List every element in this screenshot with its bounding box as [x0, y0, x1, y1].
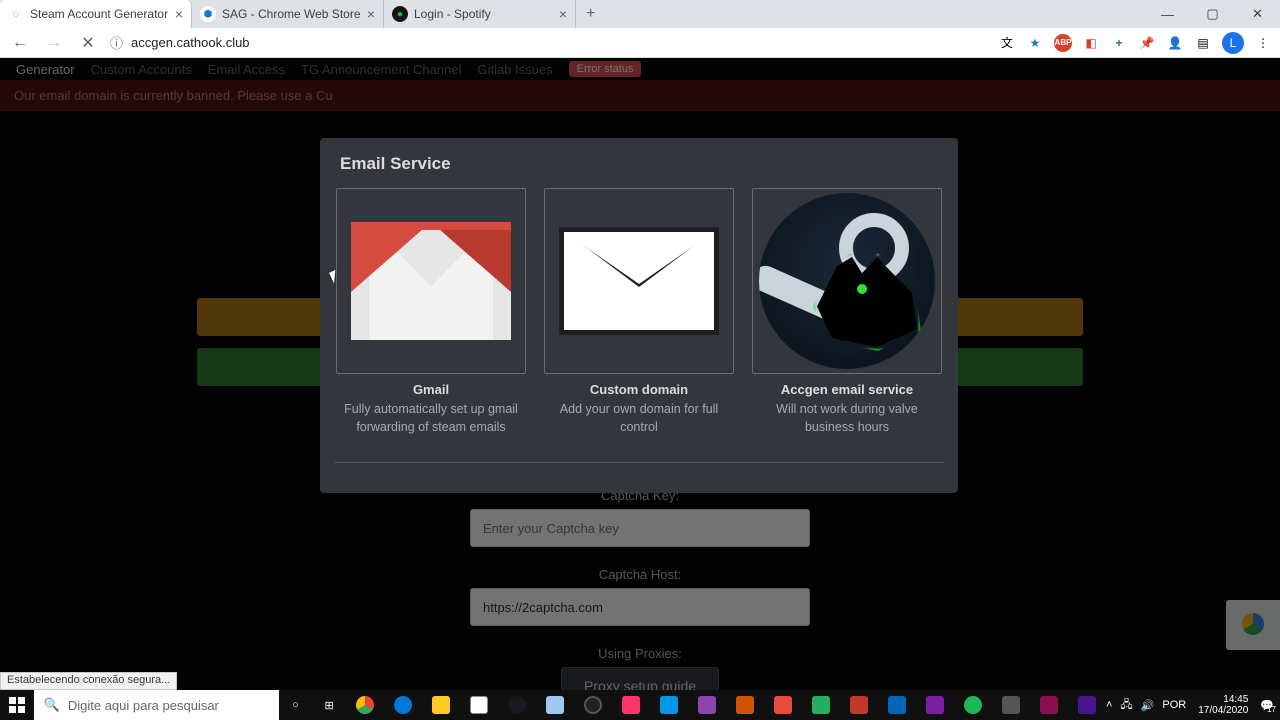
- window-close-button[interactable]: ✕: [1235, 0, 1280, 28]
- tab-close-icon[interactable]: ×: [367, 6, 375, 22]
- gmail-icon: [351, 222, 511, 340]
- clock-date: 17/04/2020: [1198, 705, 1248, 716]
- taskbar-app-explorer[interactable]: [422, 690, 460, 720]
- chrome-menu-button[interactable]: ⋮: [1254, 34, 1272, 52]
- tab-close-icon[interactable]: ×: [559, 6, 567, 22]
- browser-toolbar: ← → ✕ ⓘ accgen.cathook.club 文 ★ ABP ◧ + …: [0, 28, 1280, 58]
- taskbar-app-notepad[interactable]: [536, 690, 574, 720]
- accgen-steam-icon: [759, 193, 935, 369]
- browser-statusbar: Estabelecendo conexão segura...: [0, 672, 177, 690]
- bookmark-star-icon[interactable]: ★: [1026, 34, 1044, 52]
- taskbar-app[interactable]: [764, 690, 802, 720]
- search-placeholder: Digite aqui para pesquisar: [68, 698, 219, 713]
- browser-tabstrip: ◌ Steam Account Generator × ⬢ SAG - Chro…: [0, 0, 1280, 28]
- modal-divider: [334, 462, 944, 463]
- cortana-button[interactable]: ○: [279, 690, 313, 720]
- address-bar[interactable]: ⓘ accgen.cathook.club: [110, 30, 988, 56]
- forward-button[interactable]: →: [42, 31, 66, 55]
- taskbar-app[interactable]: [650, 690, 688, 720]
- email-option-gmail[interactable]: Gmail Fully automatically set up gmail f…: [336, 188, 526, 436]
- modal-title: Email Service: [320, 138, 958, 188]
- option-desc: Fully automatically set up gmail forward…: [336, 401, 526, 436]
- reading-list-icon[interactable]: ▤: [1194, 34, 1212, 52]
- tray-chevron-icon[interactable]: ˄: [1106, 699, 1112, 711]
- back-button[interactable]: ←: [8, 31, 32, 55]
- webstore-favicon-icon: ⬢: [200, 6, 216, 22]
- notification-count: 17: [1267, 705, 1276, 714]
- start-button[interactable]: [0, 690, 34, 720]
- option-desc: Add your own domain for full control: [544, 401, 734, 436]
- taskbar-app[interactable]: [802, 690, 840, 720]
- loading-spinner-icon: ◌: [8, 6, 24, 22]
- tray-volume-icon[interactable]: 🔊: [1141, 699, 1155, 712]
- stop-reload-button[interactable]: ✕: [76, 31, 100, 55]
- windows-taskbar: 🔍 Digite aqui para pesquisar ○ ⊞ ˄ 🖧 🔊 P…: [0, 690, 1280, 720]
- system-tray: ˄ 🖧 🔊 POR 14:45 17/04/2020 💬17: [1106, 694, 1280, 716]
- taskbar-app[interactable]: [992, 690, 1030, 720]
- taskbar-apps: [346, 690, 1106, 720]
- window-maximize-button[interactable]: ▢: [1190, 0, 1235, 28]
- option-title: Gmail: [336, 382, 526, 397]
- notification-center-button[interactable]: 💬17: [1260, 699, 1274, 712]
- site-info-icon[interactable]: ⓘ: [110, 33, 123, 52]
- taskbar-app[interactable]: [726, 690, 764, 720]
- taskbar-app-store[interactable]: [460, 690, 498, 720]
- new-tab-button[interactable]: +: [576, 5, 605, 23]
- taskbar-app[interactable]: [916, 690, 954, 720]
- extension-icon[interactable]: 📌: [1138, 34, 1156, 52]
- window-minimize-button[interactable]: —: [1145, 0, 1190, 28]
- taskbar-app-edge[interactable]: [384, 690, 422, 720]
- taskbar-clock[interactable]: 14:45 17/04/2020: [1194, 694, 1252, 716]
- option-title: Custom domain: [544, 382, 734, 397]
- translate-icon[interactable]: 文: [998, 34, 1016, 52]
- url-text: accgen.cathook.club: [131, 35, 250, 50]
- envelope-icon: [559, 227, 719, 335]
- taskbar-app[interactable]: [612, 690, 650, 720]
- adblock-icon[interactable]: ABP: [1054, 34, 1072, 52]
- extension-icon[interactable]: 👤: [1166, 34, 1184, 52]
- taskbar-app[interactable]: [840, 690, 878, 720]
- extension-area: 文 ★ ABP ◧ + 📌 👤 ▤ L ⋮: [998, 32, 1272, 54]
- option-desc: Will not work during valve business hour…: [752, 401, 942, 436]
- taskbar-search[interactable]: 🔍 Digite aqui para pesquisar: [34, 690, 279, 720]
- email-option-accgen[interactable]: Accgen email service Will not work durin…: [752, 188, 942, 436]
- task-view-button[interactable]: ⊞: [312, 690, 346, 720]
- clock-time: 14:45: [1198, 694, 1248, 705]
- search-icon: 🔍: [44, 697, 60, 713]
- taskbar-app[interactable]: [1068, 690, 1106, 720]
- extension-icon[interactable]: +: [1110, 34, 1128, 52]
- taskbar-app[interactable]: [1030, 690, 1068, 720]
- tray-language[interactable]: POR: [1162, 699, 1186, 711]
- taskbar-app-steam[interactable]: [498, 690, 536, 720]
- browser-tab-active[interactable]: ◌ Steam Account Generator ×: [0, 0, 192, 28]
- browser-tab[interactable]: ● Login - Spotify ×: [384, 0, 576, 28]
- tab-title: Steam Account Generator: [30, 7, 168, 21]
- option-title: Accgen email service: [752, 382, 942, 397]
- taskbar-app-chrome[interactable]: [346, 690, 384, 720]
- taskbar-app-vscode[interactable]: [878, 690, 916, 720]
- extension-icon[interactable]: ◧: [1082, 34, 1100, 52]
- tab-title: SAG - Chrome Web Store: [222, 7, 361, 21]
- email-option-custom-domain[interactable]: Custom domain Add your own domain for fu…: [544, 188, 734, 436]
- tray-network-icon[interactable]: 🖧: [1120, 696, 1132, 715]
- taskbar-app[interactable]: [688, 690, 726, 720]
- page-content: Generator Custom Accounts Email Access T…: [0, 58, 1280, 690]
- taskbar-app-spotify[interactable]: [954, 690, 992, 720]
- spotify-favicon-icon: ●: [392, 6, 408, 22]
- taskbar-app-obs[interactable]: [574, 690, 612, 720]
- tab-title: Login - Spotify: [414, 7, 491, 21]
- browser-tab[interactable]: ⬢ SAG - Chrome Web Store ×: [192, 0, 384, 28]
- profile-avatar[interactable]: L: [1222, 32, 1244, 54]
- tab-close-icon[interactable]: ×: [175, 6, 183, 22]
- email-service-modal: Email Service Gmail Fully automatically …: [320, 138, 958, 493]
